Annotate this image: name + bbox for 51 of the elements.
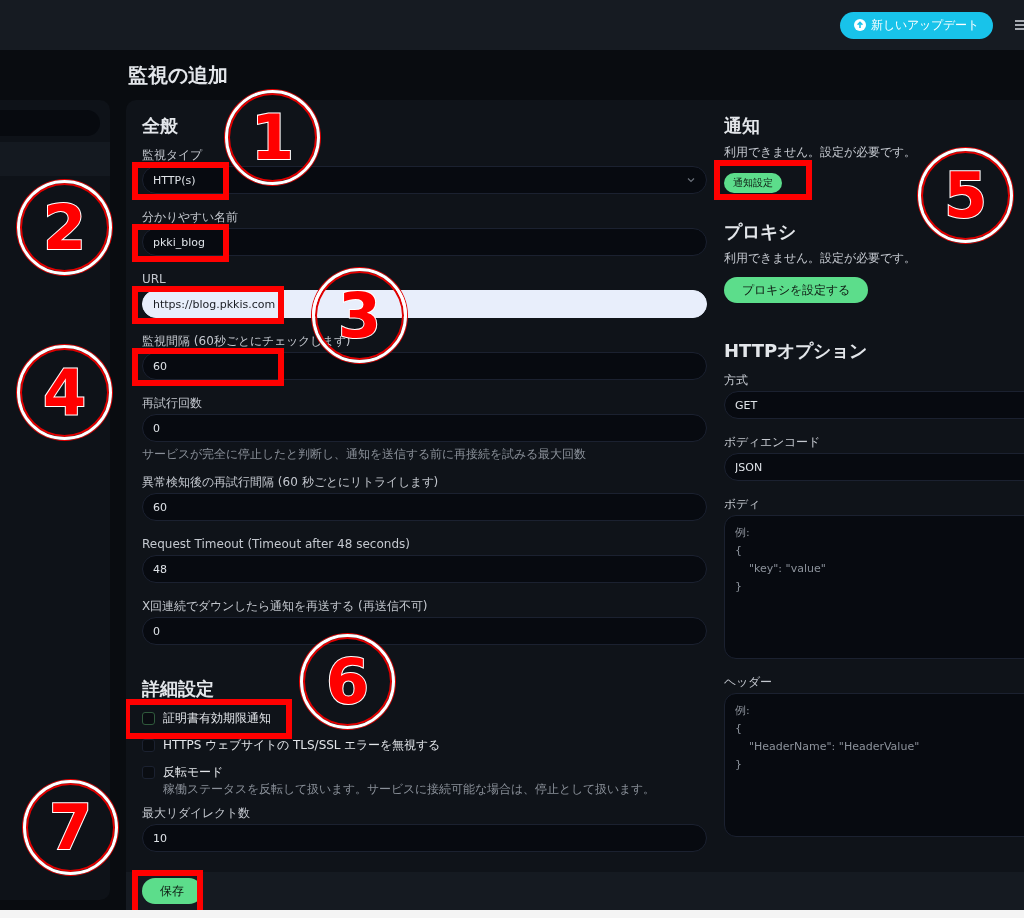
field-label: ヘッダー [724,675,772,689]
field-label: 方式 [724,373,748,387]
checkbox-label: 証明書有効期限通知 [163,710,271,727]
field-label: URL [142,272,166,286]
arrow-up-circle-icon [854,19,866,31]
callout-number: 1 [225,90,320,185]
section-title: HTTPオプション [724,339,868,363]
callout-number: 7 [23,780,118,875]
field-hint: サービスが完全に停止したと判断し、通知を送信する前に再接続を試みる最大回数 [142,446,586,463]
input-field[interactable]: pkki_blog [142,228,707,256]
field-label: Request Timeout (Timeout after 48 seconds) [142,537,410,551]
textarea-field[interactable]: 例: { "HeaderName": "HeaderValue" } [724,693,1024,837]
chevron-down-icon [686,175,696,185]
notice-text: 利用できません。設定が必要です。 [724,144,916,161]
notification-settings-button[interactable]: 通知設定 [724,173,782,193]
textarea-field[interactable]: 例: { "key": "value" } [724,515,1024,659]
field-label: 監視タイプ [142,148,202,162]
field-label: 再試行回数 [142,396,202,410]
callout-number: 2 [17,180,112,275]
section-title: 詳細設定 [142,677,214,701]
checkbox[interactable] [142,766,155,779]
notice-text: 利用できません。設定が必要です。 [724,250,916,267]
page-title: 監視の追加 [127,61,229,89]
checkbox[interactable] [142,712,155,725]
section-title: 通知 [724,114,760,138]
input-field[interactable]: 60 [142,493,707,521]
proxy-settings-button[interactable]: プロキシを設定する [724,277,868,303]
input-field[interactable]: JSON [724,453,1024,481]
field-label: X回連続でダウンしたら通知を再送する (再送信不可) [142,599,428,613]
checkbox[interactable] [142,739,155,752]
section-title: プロキシ [724,220,796,244]
field-label: 異常検知後の再試行間隔 (60 秒ごとにリトライします) [142,475,439,489]
input-field[interactable]: GET [724,391,1024,419]
callout-number: 6 [300,634,395,729]
section-title: 全般 [142,114,178,138]
input-field[interactable]: 48 [142,555,707,583]
checkbox-hint: 稼働ステータスを反転して扱います。サービスに接続可能な場合は、停止として扱います。 [163,781,655,798]
input-field[interactable]: 0 [142,617,707,645]
callout-number: 5 [918,148,1013,243]
field-label: 分かりやすい名前 [142,210,238,224]
menu-icon[interactable] [1015,19,1024,31]
field-label: ボディエンコード [724,435,820,449]
input-field[interactable]: 60 [142,352,707,380]
input-field[interactable]: 10 [142,824,707,852]
callout-number: 4 [17,345,112,440]
field-label: 最大リダイレクト数 [142,806,250,820]
checkbox-label: HTTPS ウェブサイトの TLS/SSL エラーを無視する [163,737,441,754]
monitor-type-select[interactable]: HTTP(s) [142,166,707,194]
field-label: ボディ [724,497,760,511]
input-field[interactable]: 0 [142,414,707,442]
checkbox-label: 反転モード [163,764,223,781]
